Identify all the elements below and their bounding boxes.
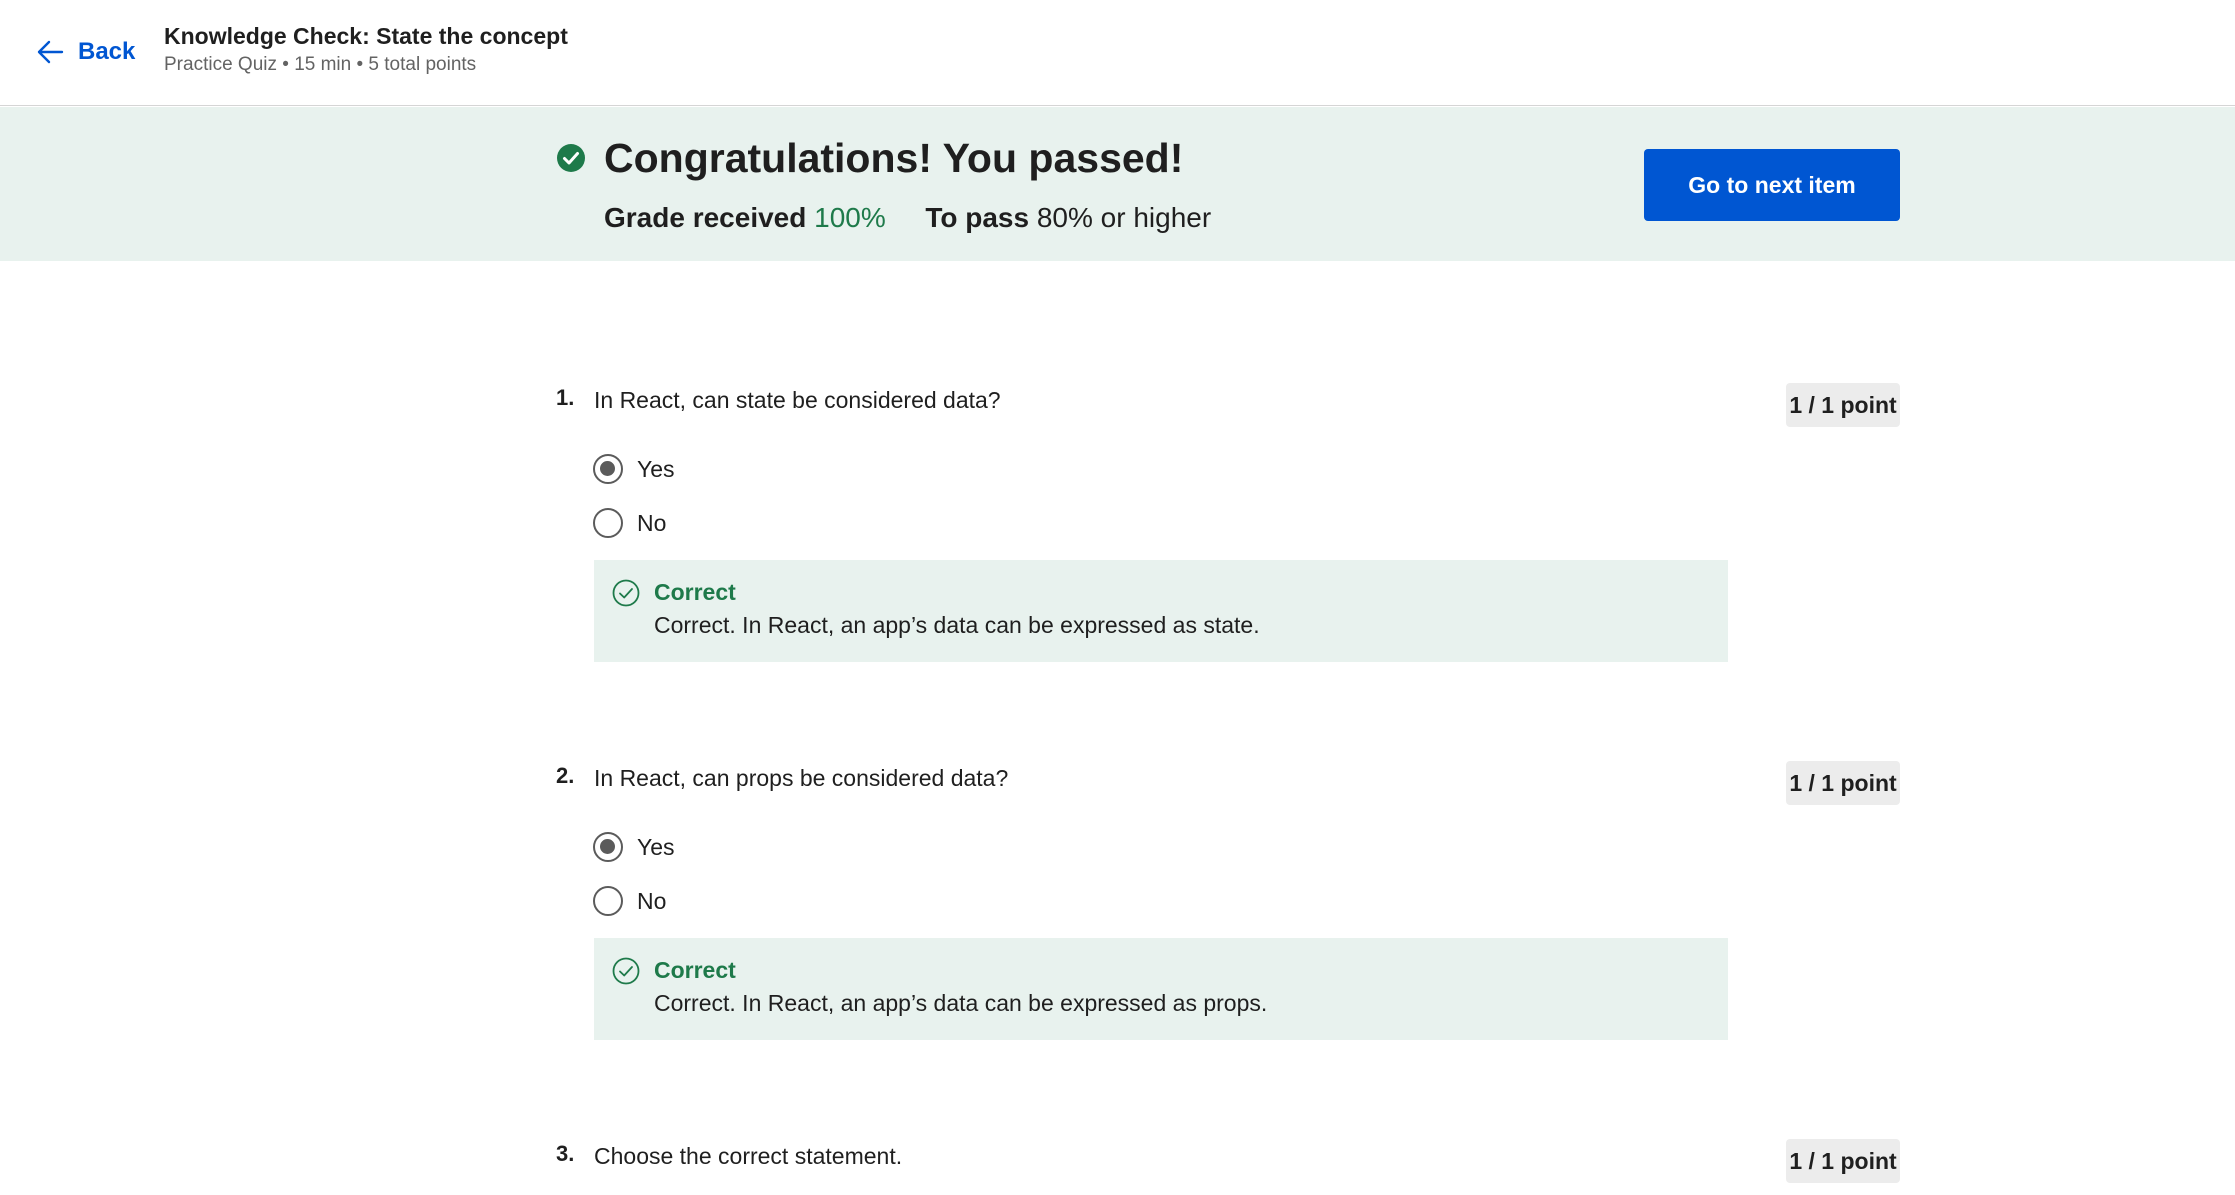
feedback-title: Correct [654, 579, 736, 605]
question-text: In React, can state be considered data? [594, 387, 1001, 413]
radio-button[interactable] [593, 886, 623, 916]
check-circle-outline-icon [612, 957, 640, 985]
go-to-next-item-button[interactable]: Go to next item [1644, 149, 1900, 221]
option-no[interactable]: No [593, 506, 666, 540]
arrow-left-icon [37, 40, 64, 64]
feedback-box: Correct Correct. In React, an app’s data… [594, 560, 1728, 662]
points-badge: 1 / 1 point [1786, 761, 1900, 805]
option-yes[interactable]: Yes [593, 452, 675, 486]
option-label: Yes [637, 456, 675, 482]
question-text: In React, can props be considered data? [594, 765, 1009, 791]
feedback-text: Correct. In React, an app’s data can be … [654, 990, 1268, 1016]
question-number: 2. [556, 763, 575, 788]
question-number: 1. [556, 385, 575, 410]
back-label: Back [78, 38, 136, 65]
to-pass-label: To pass [925, 202, 1030, 233]
option-yes[interactable]: Yes [593, 830, 675, 864]
radio-button[interactable] [593, 508, 623, 538]
question-1: 1. In React, can state be considered dat… [556, 383, 1900, 663]
page-header: Back Knowledge Check: State the concept … [0, 0, 2235, 106]
check-circle-outline-icon [612, 579, 640, 607]
radio-button-selected[interactable] [593, 832, 623, 862]
feedback-box: Correct Correct. In React, an app’s data… [594, 938, 1728, 1040]
grade-summary: Grade received 100% To pass 80% or highe… [604, 200, 1211, 236]
result-banner: Congratulations! You passed! Grade recei… [0, 107, 2235, 261]
option-label: No [637, 888, 667, 914]
question-text: Choose the correct statement. [594, 1143, 903, 1169]
page-subtitle: Practice Quiz • 15 min • 5 total points [164, 54, 477, 75]
points-badge: 1 / 1 point [1786, 383, 1900, 427]
feedback-text: Correct. In React, an app’s data can be … [654, 612, 1260, 638]
question-2: 2. In React, can props be considered dat… [556, 761, 1900, 1041]
check-circle-filled-icon [557, 144, 585, 172]
option-label: No [637, 510, 667, 536]
result-headline: Congratulations! You passed! [604, 135, 1184, 181]
feedback-title: Correct [654, 957, 736, 983]
back-link[interactable]: Back [36, 34, 135, 70]
radio-button-selected[interactable] [593, 454, 623, 484]
grade-received-label: Grade received [604, 202, 807, 233]
page-title: Knowledge Check: State the concept [164, 23, 568, 49]
to-pass-value: 80% or higher [1036, 202, 1212, 233]
grade-received-value: 100% [814, 202, 886, 233]
option-label: Yes [637, 834, 675, 860]
header-titles: Knowledge Check: State the concept Pract… [164, 20, 568, 78]
points-badge: 1 / 1 point [1786, 1139, 1900, 1183]
question-3: 3. Choose the correct statement. 1 / 1 p… [556, 1139, 1900, 1189]
option-no[interactable]: No [593, 884, 666, 918]
question-number: 3. [556, 1141, 575, 1166]
